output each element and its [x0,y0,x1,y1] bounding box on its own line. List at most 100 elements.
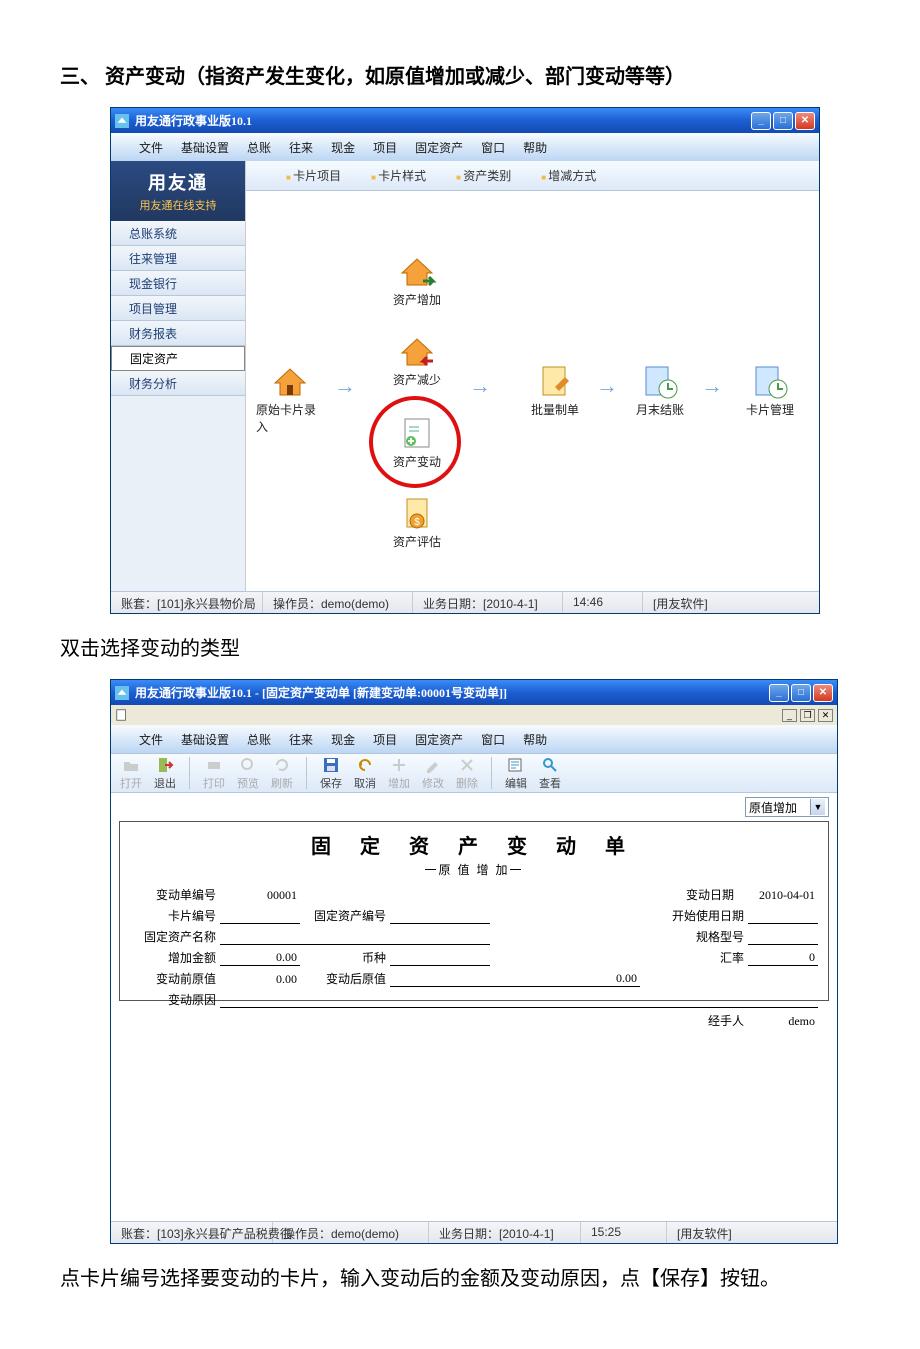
sidebar-item-analysis[interactable]: 财务分析 [111,371,245,396]
pencil-icon [424,756,442,774]
menu-fa[interactable]: 固定资产 [415,731,463,748]
menu-file[interactable]: 文件 [139,139,163,156]
status-bizdate: 业务日期：[2010-4-1] [429,1222,581,1243]
menu-ar[interactable]: 往来 [289,731,313,748]
sidebar-brand: 用友通 用友通在线支持 [111,161,245,221]
search-icon [541,756,559,774]
close-button[interactable]: ✕ [813,684,833,702]
field-card-no[interactable] [220,923,300,924]
label-add-amt: 增加金额 [130,949,220,966]
menubar-2: 文件 基础设置 总账 往来 现金 项目 固定资产 窗口 帮助 [111,725,837,753]
tool-add: 增加 [385,756,413,791]
tool-print: 打印 [200,756,228,791]
menu-cash[interactable]: 现金 [331,139,355,156]
menu-base[interactable]: 基础设置 [181,731,229,748]
tab-asset-type[interactable]: 资产类别 [456,167,511,184]
brand-line1: 用友通 [148,169,208,195]
field-add-amt[interactable]: 0.00 [220,950,300,966]
tool-view[interactable]: 查看 [536,756,564,791]
doc-heading: 三、 资产变动（指资产发生变化，如原值增加或减少、部门变动等等） [60,60,860,89]
field-rate[interactable]: 0 [748,950,818,966]
arrow-icon: → [701,373,723,399]
mdi-close[interactable]: ✕ [818,709,833,722]
tab-inc-dec[interactable]: 增减方式 [541,167,596,184]
sidebar-item-report[interactable]: 财务报表 [111,321,245,346]
node-card-input[interactable]: 原始卡片录入 [256,361,324,435]
menu-base[interactable]: 基础设置 [181,139,229,156]
titlebar-1: 用友通行政事业版10.1 _ □ ✕ [111,108,819,133]
minimize-button[interactable]: _ [751,112,771,130]
mdi-restore[interactable]: ❐ [800,709,815,722]
field-doc-date: 2010-04-01 [738,888,818,903]
sidebar-item-project[interactable]: 项目管理 [111,296,245,321]
tool-exit[interactable]: 退出 [151,756,179,791]
folder-open-icon [122,756,140,774]
menu-gl[interactable]: 总账 [247,139,271,156]
node-monthend[interactable]: 月末结账 [626,361,694,418]
workflow-canvas: 卡片项目 卡片样式 资产类别 增减方式 原始卡片录入 资产增加 资产减少 [246,161,819,591]
tab-card-item[interactable]: 卡片项目 [286,167,341,184]
tool-refresh: 刷新 [268,756,296,791]
menu-cash[interactable]: 现金 [331,731,355,748]
change-form: 固 定 资 产 变 动 单 一原 值 增 加一 变动单编号 00001 变动日期… [119,821,829,1001]
menu-fa[interactable]: 固定资产 [415,139,463,156]
field-doc-no: 00001 [220,888,300,903]
tool-edit[interactable]: 编辑 [502,756,530,791]
statusbar-1: 账套：[101]永兴县物价局 操作员：demo(demo) 业务日期：[2010… [111,591,819,613]
sidebar-item-ar[interactable]: 往来管理 [111,246,245,271]
node-asset-change[interactable]: 资产变动 [383,413,451,470]
statusbar-2: 账套：[103]永兴县矿产品税费征 操作员：demo(demo) 业务日期：[2… [111,1221,837,1243]
change-type-combo[interactable]: 原值增加 ▼ [745,797,829,817]
menu-project[interactable]: 项目 [373,731,397,748]
tab-card-style[interactable]: 卡片样式 [371,167,426,184]
mdi-bar: _ ❐ ✕ [111,705,837,725]
mdi-minimize[interactable]: _ [782,709,797,722]
sidebar-item-cash[interactable]: 现金银行 [111,271,245,296]
house-arrow-in-icon [397,251,437,291]
menubar-1: 文件 基础设置 总账 往来 现金 项目 固定资产 窗口 帮助 [111,133,819,161]
magnifier-icon [239,756,257,774]
node-asset-add[interactable]: 资产增加 [383,251,451,308]
menu-window[interactable]: 窗口 [481,139,505,156]
node-batch[interactable]: 批量制单 [521,361,589,418]
titlebar-2: 用友通行政事业版10.1 - [固定资产变动单 [新建变动单:00001号变动单… [111,680,837,705]
tool-save[interactable]: 保存 [317,756,345,791]
field-reason[interactable] [220,1007,818,1008]
menu-ar[interactable]: 往来 [289,139,313,156]
menu-window[interactable]: 窗口 [481,731,505,748]
undo-icon [356,756,374,774]
tool-modify: 修改 [419,756,447,791]
sidebar-item-gl[interactable]: 总账系统 [111,221,245,246]
menu-gl[interactable]: 总账 [247,731,271,748]
node-card-mgmt[interactable]: 卡片管理 [736,361,804,418]
maximize-button[interactable]: □ [791,684,811,702]
field-after[interactable]: 0.00 [390,971,640,987]
tool-preview: 预览 [234,756,262,791]
sidebar-item-fa[interactable]: 固定资产 [111,346,245,371]
menu-file[interactable]: 文件 [139,731,163,748]
close-button[interactable]: ✕ [795,112,815,130]
field-before: 0.00 [220,972,300,987]
brand-line2[interactable]: 用友通在线支持 [140,197,217,213]
node-asset-eval[interactable]: $ 资产评估 [383,493,451,550]
menu-help[interactable]: 帮助 [523,731,547,748]
maximize-button[interactable]: □ [773,112,793,130]
refresh-icon [273,756,291,774]
tool-cancel[interactable]: 取消 [351,756,379,791]
document-pencil-icon [535,361,575,401]
x-icon [458,756,476,774]
status-oper: 操作员：demo(demo) [273,1222,429,1243]
window-title: 用友通行政事业版10.1 [135,112,749,129]
field-asset-name[interactable] [220,944,490,945]
field-asset-no[interactable] [390,923,490,924]
field-currency[interactable] [390,965,490,966]
minimize-button[interactable]: _ [769,684,789,702]
menu-project[interactable]: 项目 [373,139,397,156]
document-clock-blue-icon [750,361,790,401]
field-start-date[interactable] [748,923,818,924]
node-asset-sub[interactable]: 资产减少 [383,331,451,388]
form-subtitle: 一原 值 增 加一 [130,861,818,878]
document-dollar-icon: $ [397,493,437,533]
menu-help[interactable]: 帮助 [523,139,547,156]
field-spec[interactable] [748,944,818,945]
